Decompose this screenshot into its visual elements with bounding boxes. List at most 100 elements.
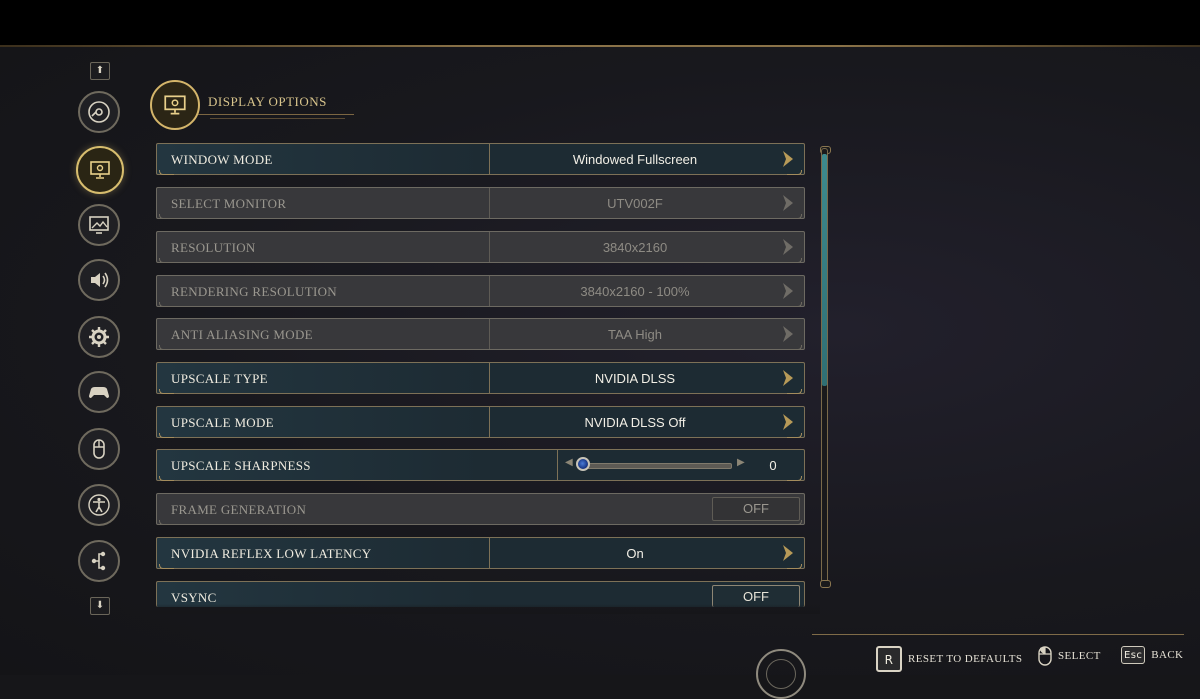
row-ornament [159, 214, 174, 219]
setting-upscale-mode[interactable]: UPSCALE MODE NVIDIA DLSS Off [156, 406, 805, 438]
setting-resolution[interactable]: RESOLUTION 3840x2160 [156, 231, 805, 263]
setting-value: 0 [769, 458, 777, 473]
disc-icon [88, 101, 110, 123]
row-ornament [159, 170, 174, 175]
chevron-right-icon[interactable] [782, 282, 794, 300]
setting-label: UPSCALE MODE [171, 415, 274, 430]
chevron-right-icon[interactable] [782, 325, 794, 343]
setting-value: UTV002F [607, 196, 663, 211]
sharpness-slider-track[interactable] [580, 463, 732, 469]
setting-label: WINDOW MODE [171, 152, 273, 167]
display-options-emblem [150, 80, 200, 130]
sharpness-slider-knob[interactable] [576, 457, 590, 471]
setting-select-monitor[interactable]: SELECT MONITOR UTV002F [156, 187, 805, 219]
setting-label: FRAME GENERATION [171, 502, 307, 517]
header-ornament-line [210, 118, 345, 119]
setting-frame-generation[interactable]: FRAME GENERATION OFF [156, 493, 805, 525]
setting-label: ANTI ALIASING MODE [171, 327, 313, 342]
reset-label: RESET TO DEFAULTS [908, 653, 1023, 665]
sidebar-down-arrow-icon[interactable]: ⬇ [90, 597, 110, 615]
row-ornament [159, 258, 174, 263]
sidebar-item-display[interactable] [76, 146, 124, 194]
setting-value: NVIDIA DLSS Off [584, 415, 686, 430]
chevron-right-icon[interactable] [782, 369, 794, 387]
setting-upscale-type[interactable]: UPSCALE TYPE NVIDIA DLSS [156, 362, 805, 394]
row-ornament [787, 433, 802, 438]
row-ornament [787, 345, 802, 350]
setting-label: SELECT MONITOR [171, 196, 287, 211]
controller-icon [89, 387, 109, 398]
frame-generation-toggle[interactable]: OFF [712, 497, 800, 521]
graphics-icon [89, 216, 109, 234]
setting-value: On [626, 546, 644, 561]
top-divider [0, 45, 1200, 47]
setting-rendering-resolution[interactable]: RENDERING RESOLUTION 3840x2160 - 100% [156, 275, 805, 307]
chevron-right-icon[interactable] [782, 150, 794, 168]
r-key-icon: R [876, 646, 902, 672]
row-ornament [159, 345, 174, 350]
row-ornament [787, 564, 802, 569]
setting-label: RESOLUTION [171, 240, 256, 255]
setting-label: UPSCALE SHARPNESS [171, 458, 311, 473]
row-ornament [787, 389, 802, 394]
row-ornament [159, 433, 174, 438]
scrollbar-cap [820, 580, 831, 588]
setting-window-mode[interactable]: WINDOW MODE Windowed Fullscreen [156, 143, 805, 175]
gameplay-gear-icon [89, 327, 109, 347]
chevron-right-icon[interactable] [782, 238, 794, 256]
row-ornament [787, 214, 802, 219]
sidebar-item-gameplay[interactable] [78, 316, 120, 358]
back-hint[interactable]: Esc BACK [1121, 646, 1183, 664]
row-ornament [159, 520, 174, 525]
sidebar-item-network[interactable] [78, 540, 120, 582]
reset-to-defaults-hint[interactable]: R RESET TO DEFAULTS [876, 646, 1022, 672]
top-letterbox [0, 0, 1200, 46]
setting-upscale-sharpness[interactable]: UPSCALE SHARPNESS ◀ ▶ 0 [156, 449, 805, 481]
page-title: DISPLAY OPTIONS [208, 94, 327, 109]
setting-label: NVIDIA REFLEX LOW LATENCY [171, 546, 372, 561]
display-icon [90, 161, 110, 179]
row-ornament [787, 520, 802, 525]
footer-divider [812, 634, 1184, 635]
select-label: SELECT [1058, 650, 1101, 662]
list-fade [150, 604, 820, 614]
sidebar-item-accessibility[interactable] [78, 484, 120, 526]
chevron-right-icon[interactable] [782, 194, 794, 212]
row-ornament [159, 389, 174, 394]
slider-decrease-icon[interactable]: ◀ [565, 457, 573, 471]
sidebar-item-disc[interactable] [78, 91, 120, 133]
setting-value: TAA High [608, 327, 662, 342]
mouse-icon [93, 439, 105, 459]
chevron-right-icon[interactable] [782, 544, 794, 562]
setting-value: Windowed Fullscreen [572, 152, 698, 167]
row-ornament [159, 302, 174, 307]
setting-value: 3840x2160 [602, 240, 668, 255]
row-ornament [787, 258, 802, 263]
row-divider [557, 450, 558, 480]
row-ornament [787, 476, 802, 481]
setting-anti-aliasing-mode[interactable]: ANTI ALIASING MODE TAA High [156, 318, 805, 350]
setting-label: UPSCALE TYPE [171, 371, 268, 386]
sidebar-item-mouse[interactable] [78, 428, 120, 470]
setting-value: NVIDIA DLSS [594, 371, 676, 386]
setting-label: RENDERING RESOLUTION [171, 284, 337, 299]
network-icon [91, 551, 106, 571]
display-icon [164, 95, 186, 115]
row-ornament [787, 302, 802, 307]
select-hint[interactable]: SELECT [1038, 646, 1101, 666]
back-label: BACK [1151, 649, 1184, 661]
sidebar-item-audio[interactable] [78, 259, 120, 301]
esc-key-icon: Esc [1121, 646, 1146, 664]
sidebar-item-controller[interactable] [78, 371, 120, 413]
sidebar-up-arrow-icon[interactable]: ⬆ [90, 62, 110, 80]
compass-orb-inner [766, 659, 796, 689]
slider-increase-icon[interactable]: ▶ [737, 457, 745, 468]
sidebar-item-graphics[interactable] [78, 204, 120, 246]
row-ornament [159, 564, 174, 569]
row-ornament [159, 476, 174, 481]
mouse-icon [1038, 646, 1052, 666]
chevron-right-icon[interactable] [782, 413, 794, 431]
setting-nvidia-reflex[interactable]: NVIDIA REFLEX LOW LATENCY On [156, 537, 805, 569]
audio-icon [91, 272, 109, 288]
scrollbar-thumb[interactable] [822, 154, 827, 386]
